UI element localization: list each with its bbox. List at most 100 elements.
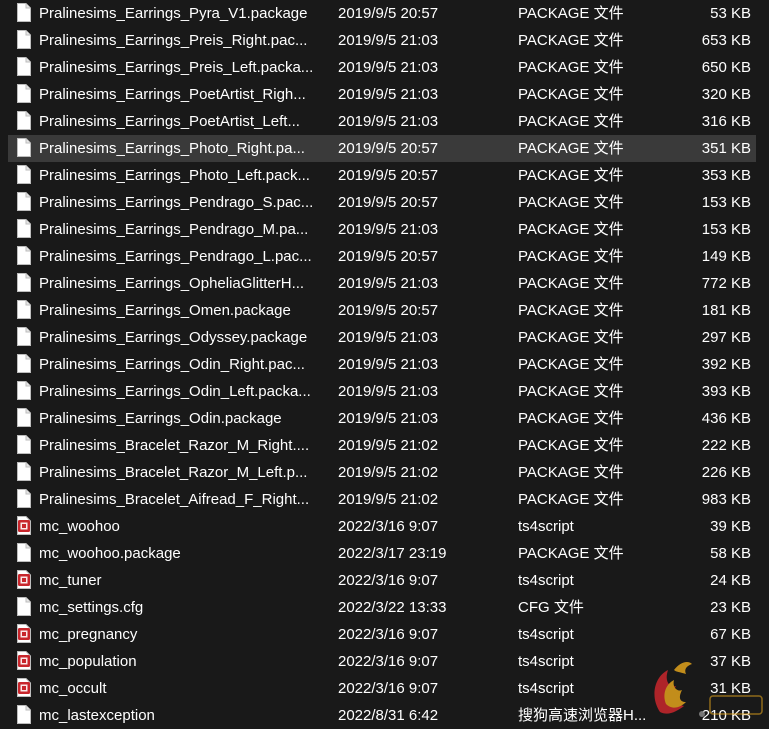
file-row[interactable]: Pralinesims_Bracelet_Aifread_F_Right... 2… — [0, 486, 769, 513]
file-date-modified: 2019/9/5 21:03 — [338, 59, 439, 76]
ts4script-file-icon — [17, 651, 31, 670]
file-size: 353 KB — [701, 167, 751, 184]
file-row[interactable]: mc_population 2022/3/16 9:07 ts4script 37 K… — [0, 648, 769, 675]
package-file-icon — [17, 138, 31, 157]
file-size: 436 KB — [701, 410, 751, 427]
package-file-icon — [17, 3, 31, 22]
file-type: PACKAGE 文件 — [518, 464, 624, 481]
package-file-icon — [17, 111, 31, 130]
file-row[interactable]: Pralinesims_Earrings_Pendrago_M.pa... 201… — [0, 216, 769, 243]
file-row[interactable]: Pralinesims_Earrings_Odin.package 2019/9/… — [0, 405, 769, 432]
file-date-modified: 2022/3/16 9:07 — [338, 653, 439, 670]
file-size: 772 KB — [701, 275, 751, 292]
file-row[interactable]: Pralinesims_Earrings_Preis_Right.pac... 2… — [0, 27, 769, 54]
html-file-icon — [17, 705, 31, 724]
file-row[interactable]: Pralinesims_Earrings_Odin_Right.pac... 20… — [0, 351, 769, 378]
file-type: PACKAGE 文件 — [518, 302, 624, 319]
file-date-modified: 2019/9/5 21:03 — [338, 383, 439, 400]
file-date-modified: 2019/9/5 20:57 — [338, 5, 439, 22]
file-size: 210 KB — [701, 707, 751, 724]
file-row[interactable]: Pralinesims_Earrings_OpheliaGlitterH... 2… — [0, 270, 769, 297]
file-size: 226 KB — [701, 464, 751, 481]
file-size: 24 KB — [710, 572, 751, 589]
file-type: PACKAGE 文件 — [518, 113, 624, 130]
file-type: PACKAGE 文件 — [518, 356, 624, 373]
file-name: mc_woohoo.package — [39, 545, 181, 562]
file-name: Pralinesims_Earrings_Odyssey.package — [39, 329, 308, 346]
file-name: Pralinesims_Earrings_Pendrago_M.pa... — [39, 221, 309, 238]
file-list[interactable]: Pralinesims_Earrings_Pyra_V1.package 2019… — [0, 0, 769, 726]
cfg-file-icon — [17, 597, 31, 616]
file-row[interactable]: Pralinesims_Earrings_Odin_Left.packa... 2… — [0, 378, 769, 405]
file-row[interactable]: Pralinesims_Earrings_Photo_Left.pack... 2… — [0, 162, 769, 189]
file-row[interactable]: mc_settings.cfg 2022/3/22 13:33 CFG 文件 23 K… — [0, 594, 769, 621]
file-name: Pralinesims_Earrings_PoetArtist_Left... — [39, 113, 300, 130]
file-type: PACKAGE 文件 — [518, 275, 624, 292]
file-size: 320 KB — [701, 86, 751, 103]
file-row[interactable]: mc_pregnancy 2022/3/16 9:07 ts4script 67 KB — [0, 621, 769, 648]
file-name: Pralinesims_Bracelet_Razor_M_Left.p... — [39, 464, 308, 481]
file-row[interactable]: mc_woohoo 2022/3/16 9:07 ts4script 39 KB — [0, 513, 769, 540]
file-type: PACKAGE 文件 — [518, 5, 624, 22]
file-type: ts4script — [518, 680, 574, 697]
file-size: 153 KB — [701, 221, 751, 238]
package-file-icon — [17, 192, 31, 211]
file-name: Pralinesims_Earrings_PoetArtist_Righ... — [39, 86, 306, 103]
package-file-icon — [17, 273, 31, 292]
file-size: 222 KB — [701, 437, 751, 454]
file-type: PACKAGE 文件 — [518, 329, 624, 346]
file-name: mc_population — [39, 653, 137, 670]
package-file-icon — [17, 489, 31, 508]
file-name: Pralinesims_Earrings_Odin_Left.packa... — [39, 383, 311, 400]
file-date-modified: 2019/9/5 20:57 — [338, 194, 439, 211]
file-type: PACKAGE 文件 — [518, 437, 624, 454]
file-date-modified: 2022/3/16 9:07 — [338, 680, 439, 697]
file-row[interactable]: Pralinesims_Bracelet_Razor_M_Right.... 20… — [0, 432, 769, 459]
file-name: Pralinesims_Earrings_Photo_Left.pack... — [39, 167, 310, 184]
file-row[interactable]: mc_lastexception 2022/8/31 6:42 搜狗高速浏览器H..… — [0, 702, 769, 729]
file-name: Pralinesims_Earrings_Odin_Right.pac... — [39, 356, 305, 373]
file-type: PACKAGE 文件 — [518, 383, 624, 400]
file-type: PACKAGE 文件 — [518, 491, 624, 508]
file-row[interactable]: Pralinesims_Earrings_PoetArtist_Righ... 2… — [0, 81, 769, 108]
file-date-modified: 2019/9/5 21:03 — [338, 221, 439, 238]
file-row[interactable]: Pralinesims_Earrings_Photo_Right.pa... 20… — [0, 135, 769, 162]
file-type: 搜狗高速浏览器H... — [518, 707, 647, 724]
file-name: mc_settings.cfg — [39, 599, 144, 616]
file-date-modified: 2022/3/16 9:07 — [338, 626, 439, 643]
file-type: PACKAGE 文件 — [518, 410, 624, 427]
file-row[interactable]: Pralinesims_Earrings_Omen.package 2019/9/… — [0, 297, 769, 324]
file-row[interactable]: Pralinesims_Earrings_Preis_Left.packa...… — [0, 54, 769, 81]
file-type: PACKAGE 文件 — [518, 140, 624, 157]
ts4script-file-icon — [17, 624, 31, 643]
file-type: PACKAGE 文件 — [518, 167, 624, 184]
file-row[interactable]: Pralinesims_Bracelet_Razor_M_Left.p... 20… — [0, 459, 769, 486]
file-date-modified: 2022/8/31 6:42 — [338, 707, 439, 724]
ts4script-file-icon — [17, 516, 31, 535]
file-row[interactable]: mc_occult 2022/3/16 9:07 ts4script 31 KB — [0, 675, 769, 702]
file-row[interactable]: Pralinesims_Earrings_Odyssey.package 2019… — [0, 324, 769, 351]
file-name: Pralinesims_Bracelet_Razor_M_Right.... — [39, 437, 310, 454]
file-type: PACKAGE 文件 — [518, 32, 624, 49]
file-row[interactable]: Pralinesims_Earrings_PoetArtist_Left... 2… — [0, 108, 769, 135]
file-size: 149 KB — [701, 248, 751, 265]
package-file-icon — [17, 165, 31, 184]
file-row[interactable]: mc_tuner 2022/3/16 9:07 ts4script 24 KB — [0, 567, 769, 594]
file-type: ts4script — [518, 518, 574, 535]
file-name: Pralinesims_Earrings_Pyra_V1.package — [39, 5, 308, 22]
file-type: PACKAGE 文件 — [518, 194, 624, 211]
file-name: Pralinesims_Earrings_OpheliaGlitterH... — [39, 275, 305, 292]
file-row[interactable]: Pralinesims_Earrings_Pendrago_S.pac... 20… — [0, 189, 769, 216]
file-date-modified: 2019/9/5 21:03 — [338, 113, 439, 130]
file-date-modified: 2022/3/16 9:07 — [338, 518, 439, 535]
file-row[interactable]: Pralinesims_Earrings_Pyra_V1.package 2019… — [0, 0, 769, 27]
file-row[interactable]: mc_woohoo.package 2022/3/17 23:19 PACKAGE … — [0, 540, 769, 567]
package-file-icon — [17, 30, 31, 49]
file-size: 650 KB — [701, 59, 751, 76]
file-row[interactable]: Pralinesims_Earrings_Pendrago_L.pac... 20… — [0, 243, 769, 270]
ts4script-file-icon — [17, 678, 31, 697]
file-date-modified: 2022/3/16 9:07 — [338, 572, 439, 589]
file-date-modified: 2019/9/5 20:57 — [338, 302, 439, 319]
file-type: PACKAGE 文件 — [518, 86, 624, 103]
file-name: Pralinesims_Earrings_Preis_Right.pac... — [39, 32, 308, 49]
